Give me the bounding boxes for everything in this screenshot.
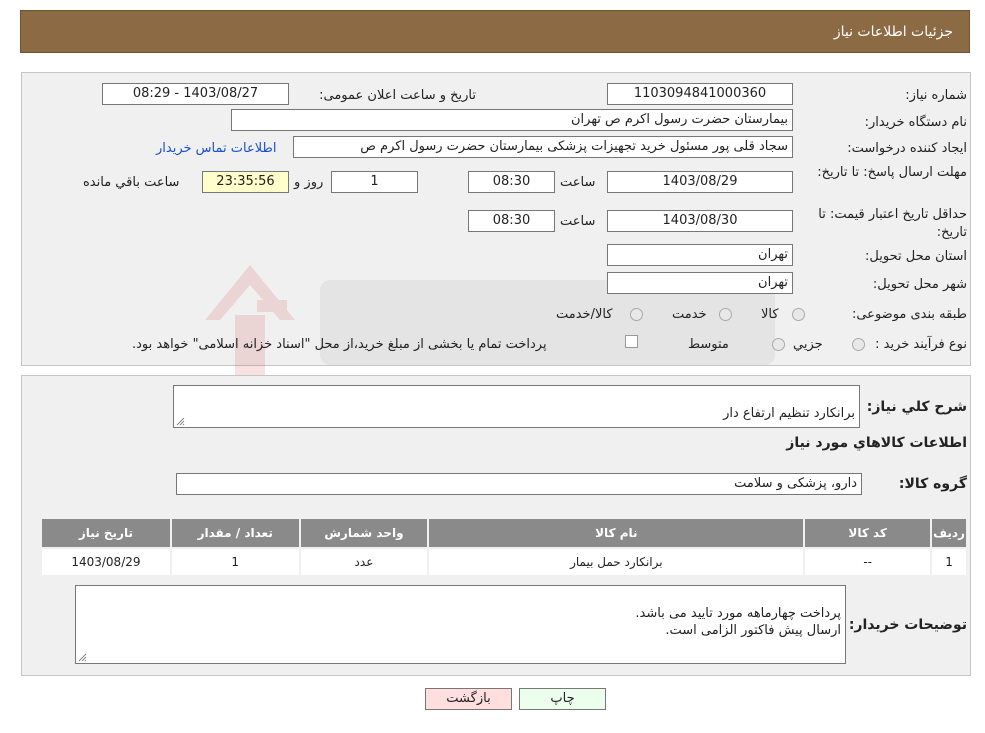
purchase-type-label: نوع فرآیند خرید : [875, 337, 967, 352]
reply-days-field: 1 [331, 171, 418, 193]
announce-datetime-field: 1403/08/27 - 08:29 [102, 83, 289, 105]
treasury-note: پرداخت تمام یا بخشی از مبلغ خرید،از محل … [132, 337, 547, 352]
cell-qty: 1 [169, 547, 301, 577]
page-title: جزئیات اطلاعات نیاز [833, 23, 953, 40]
col-date: تاريخ نياز [40, 517, 172, 549]
reply-deadline-time-label: ساعت [560, 175, 596, 190]
category-radio-goods[interactable] [792, 308, 805, 321]
goods-table: رديف کد کالا نام کالا واحد شمارش تعداد /… [40, 517, 968, 577]
category-label: طبقه بندی موضوعی: [851, 307, 967, 322]
delivery-city-field: تهران [607, 272, 793, 294]
table-row[interactable]: 1 -- برانکارد حمل بیمار عدد 1 1403/08/29 [40, 547, 968, 577]
price-validity-time: 08:30 [468, 210, 555, 232]
remaining-time-label: ساعت باقي مانده [83, 175, 180, 190]
buyer-contact-link[interactable]: اطلاعات تماس خریدار [156, 141, 276, 156]
resize-grip-icon[interactable] [176, 417, 185, 426]
reply-deadline-time: 08:30 [468, 171, 555, 193]
buyer-org-label: نام دستگاه خریدار: [864, 115, 967, 130]
reply-deadline-date: 1403/08/29 [607, 171, 793, 193]
price-validity-time-label: ساعت [560, 214, 596, 229]
category-radio-both[interactable] [630, 308, 643, 321]
category-option-both: کالا/خدمت [556, 307, 613, 322]
category-radio-service[interactable] [719, 308, 732, 321]
requester-label: ایجاد کننده درخواست: [847, 141, 967, 156]
announce-datetime-label: تاریخ و ساعت اعلان عمومی: [319, 88, 476, 103]
purchase-radio-minor[interactable] [852, 338, 865, 351]
col-code: کد کالا [803, 517, 933, 549]
summary-label: شرح كلي نياز: [866, 399, 967, 415]
reply-deadline-label: مهلت ارسال پاسخ: تا تاریخ: [817, 165, 967, 180]
col-row: رديف [930, 517, 968, 549]
summary-field[interactable]: برانکارد تنظیم ارتفاع دار [173, 385, 860, 428]
page-header: جزئیات اطلاعات نیاز [20, 10, 970, 53]
goods-group-field: دارو، پزشکی و سلامت [176, 473, 862, 495]
delivery-city-label: شهر محل تحویل: [872, 277, 967, 292]
cell-name: برانکارد حمل بیمار [427, 547, 806, 577]
need-number-label: شماره نیاز: [905, 88, 967, 103]
buyer-notes-field[interactable]: پرداخت چهارماهه مورد تایید می باشد. ارسا… [75, 585, 846, 664]
col-name: نام کالا [427, 517, 806, 549]
need-number-field: 1103094841000360 [607, 83, 793, 105]
back-button[interactable]: بازگشت [425, 688, 512, 710]
reply-days-label: روز و [294, 175, 324, 190]
category-option-service: خدمت [672, 307, 707, 322]
purchase-option-medium: متوسط [688, 337, 729, 352]
price-validity-label: حداقل تاریخ اعتبار قیمت: تا تاریخ: [818, 207, 967, 240]
cell-code: -- [803, 547, 933, 577]
resize-grip-icon[interactable] [78, 653, 87, 662]
remaining-time-field: 23:35:56 [202, 171, 289, 193]
table-header-row: رديف کد کالا نام کالا واحد شمارش تعداد /… [40, 517, 968, 549]
cell-unit: عدد [298, 547, 430, 577]
delivery-province-field: تهران [607, 244, 793, 266]
cell-row: 1 [930, 547, 968, 577]
buyer-notes-label: توضیحات خریدار: [848, 617, 967, 633]
buyer-org-field: بیمارستان حضرت رسول اکرم ص تهران [231, 109, 793, 131]
price-validity-date: 1403/08/30 [607, 210, 793, 232]
print-button[interactable]: چاپ [519, 688, 606, 710]
category-option-goods: کالا [761, 307, 779, 322]
requester-field: سجاد قلی پور مسئول خرید تجهیزات پزشکی بی… [293, 136, 793, 158]
delivery-province-label: استان محل تحویل: [865, 249, 967, 264]
goods-heading: اطلاعات كالاهاي مورد نياز [786, 435, 967, 451]
purchase-option-minor: جزیي [793, 337, 823, 352]
purchase-radio-medium[interactable] [772, 338, 785, 351]
col-qty: تعداد / مقدار [169, 517, 301, 549]
treasury-checkbox[interactable] [625, 335, 638, 348]
cell-date: 1403/08/29 [40, 547, 172, 577]
col-unit: واحد شمارش [298, 517, 430, 549]
goods-group-label: گروه کالا: [898, 476, 967, 492]
